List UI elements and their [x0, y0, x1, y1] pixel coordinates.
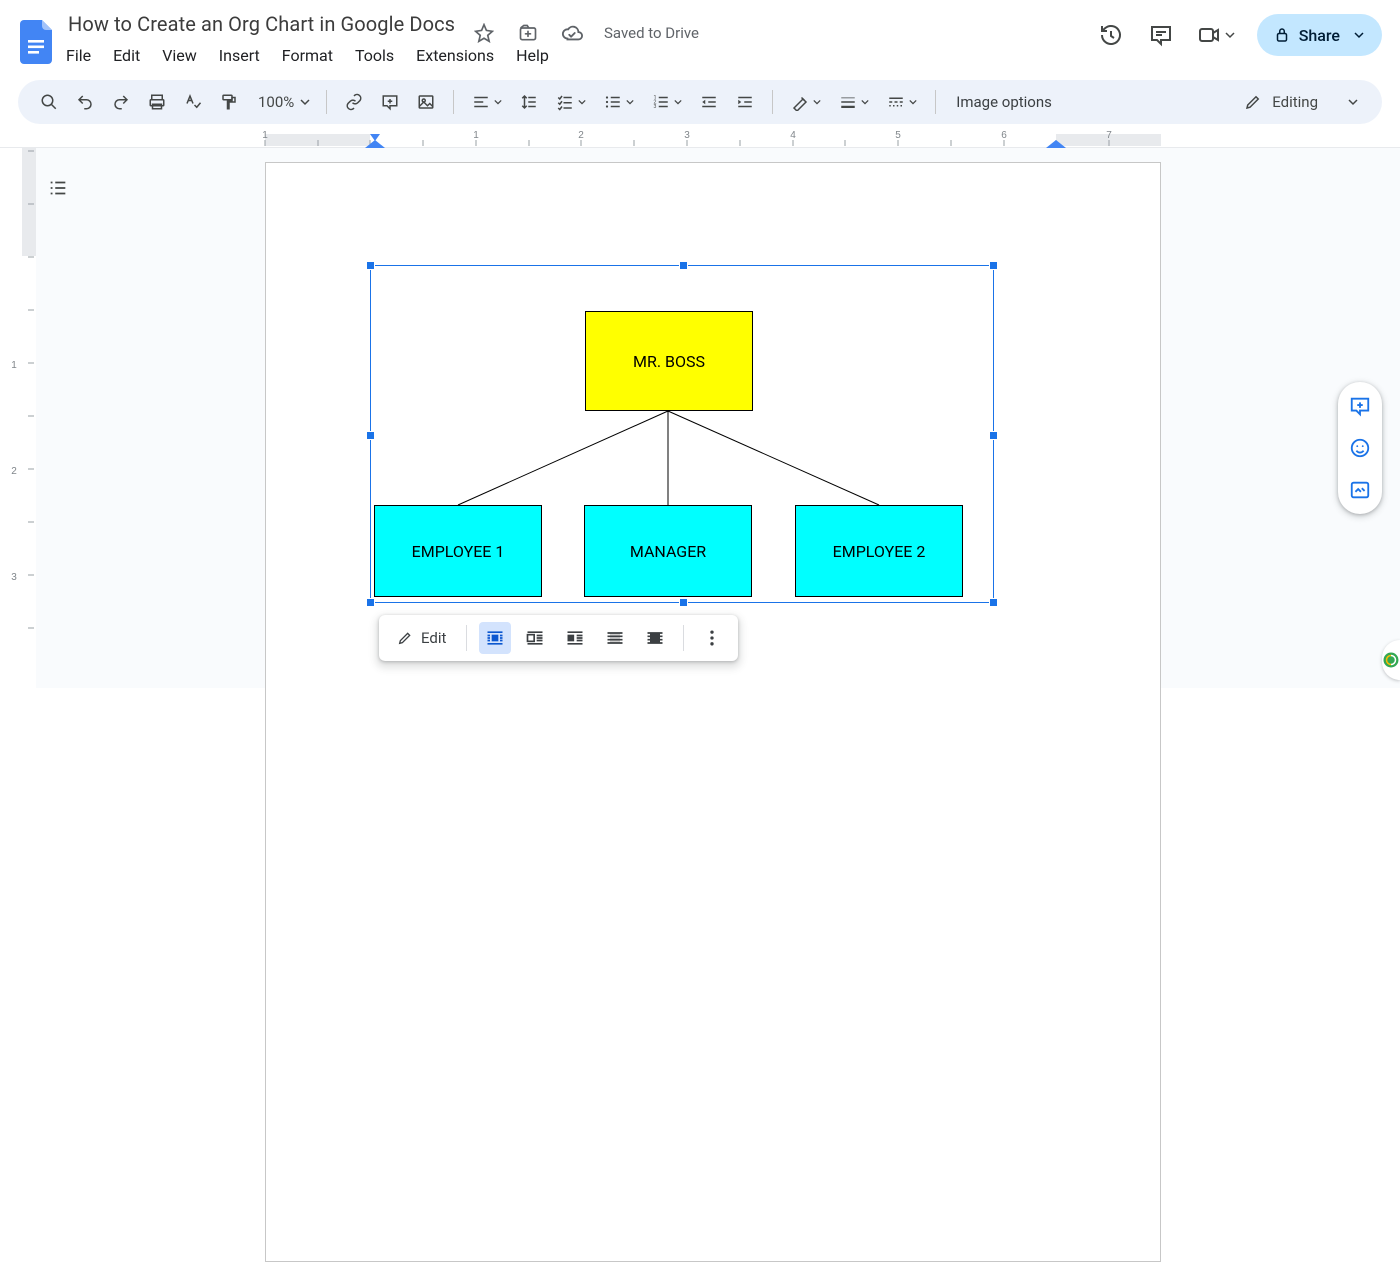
image-edit-toolbar: Edit: [379, 615, 738, 661]
undo-icon[interactable]: [70, 87, 100, 117]
svg-text:1: 1: [11, 360, 17, 371]
doc-title[interactable]: How to Create an Org Chart in Google Doc…: [68, 12, 455, 36]
suggest-rail-icon[interactable]: [1346, 476, 1374, 504]
org-chart-connectors: [266, 163, 1162, 763]
image-options-button[interactable]: Image options: [948, 87, 1060, 117]
side-comment-rail: [1338, 382, 1382, 514]
share-button[interactable]: Share: [1257, 14, 1382, 56]
decrease-indent-icon[interactable]: [694, 87, 724, 117]
border-weight-dropdown[interactable]: [833, 87, 875, 117]
border-color-dropdown[interactable]: [785, 87, 827, 117]
horizontal-ruler[interactable]: 1 1 2 3 4 5 6 7: [0, 126, 1400, 148]
edit-label: Edit: [421, 629, 446, 647]
edit-drawing-button[interactable]: Edit: [389, 621, 454, 655]
cloud-icon[interactable]: [558, 19, 586, 47]
separator: [466, 625, 467, 651]
zoom-value: 100%: [258, 93, 294, 111]
explore-fab[interactable]: [1382, 640, 1400, 680]
org-node-boss[interactable]: MR. BOSS: [585, 311, 753, 411]
zoom-select[interactable]: 100%: [250, 87, 314, 117]
menu-tools[interactable]: Tools: [355, 46, 394, 65]
menu-file[interactable]: File: [66, 46, 91, 65]
vertical-ruler[interactable]: 1 2 3: [0, 148, 36, 688]
workspace: 1 1 2 3 4 5 6 7: [0, 126, 1400, 688]
document-outline-icon[interactable]: [42, 172, 74, 204]
menu-view[interactable]: View: [162, 46, 197, 65]
checklist-dropdown[interactable]: [550, 87, 592, 117]
employee1-label: EMPLOYEE 1: [412, 542, 505, 561]
meet-button[interactable]: [1197, 23, 1235, 47]
behind-text-icon[interactable]: [599, 622, 631, 654]
separator: [683, 625, 684, 651]
save-status-label[interactable]: Saved to Drive: [604, 24, 699, 42]
break-text-icon[interactable]: [559, 622, 591, 654]
add-comment-icon[interactable]: [375, 87, 405, 117]
separator: [772, 90, 773, 114]
insert-link-icon[interactable]: [339, 87, 369, 117]
svg-text:2: 2: [11, 466, 17, 477]
redo-icon[interactable]: [106, 87, 136, 117]
increase-indent-icon[interactable]: [730, 87, 760, 117]
editing-label: Editing: [1272, 93, 1318, 111]
menu-edit[interactable]: Edit: [113, 46, 140, 65]
svg-text:4: 4: [790, 130, 796, 141]
org-node-employee-1[interactable]: EMPLOYEE 1: [374, 505, 542, 597]
org-node-manager[interactable]: MANAGER: [584, 505, 752, 597]
line-spacing-icon[interactable]: [514, 87, 544, 117]
align-dropdown[interactable]: [466, 87, 508, 117]
emoji-rail-icon[interactable]: [1346, 434, 1374, 462]
more-options-icon[interactable]: [696, 622, 728, 654]
svg-text:7: 7: [1106, 130, 1112, 141]
move-icon[interactable]: [514, 19, 542, 47]
svg-text:3: 3: [654, 104, 657, 110]
bulleted-list-dropdown[interactable]: [598, 87, 640, 117]
separator: [935, 90, 936, 114]
menu-insert[interactable]: Insert: [219, 46, 260, 65]
history-icon[interactable]: [1097, 21, 1125, 49]
boss-label: MR. BOSS: [633, 352, 705, 371]
paint-format-icon[interactable]: [214, 87, 244, 117]
search-menus-icon[interactable]: [34, 87, 64, 117]
share-label: Share: [1299, 26, 1340, 45]
wrap-inline-icon[interactable]: [479, 622, 511, 654]
toolbar: 100% 123: [18, 80, 1382, 124]
separator: [326, 90, 327, 114]
svg-text:5: 5: [895, 130, 901, 141]
in-front-text-icon[interactable]: [639, 622, 671, 654]
svg-text:2: 2: [578, 130, 584, 141]
menu-extensions[interactable]: Extensions: [416, 46, 494, 65]
employee2-label: EMPLOYEE 2: [833, 542, 926, 561]
docs-logo[interactable]: [18, 18, 58, 66]
print-icon[interactable]: [142, 87, 172, 117]
editing-mode-button[interactable]: Editing: [1236, 93, 1366, 111]
svg-text:3: 3: [11, 572, 17, 583]
border-dash-dropdown[interactable]: [881, 87, 923, 117]
separator: [453, 90, 454, 114]
manager-label: MANAGER: [630, 542, 706, 561]
svg-text:1: 1: [262, 130, 268, 141]
svg-text:1: 1: [473, 130, 479, 141]
add-comment-rail-icon[interactable]: [1346, 392, 1374, 420]
comments-icon[interactable]: [1147, 21, 1175, 49]
menu-help[interactable]: Help: [516, 46, 549, 65]
menu-format[interactable]: Format: [282, 46, 333, 65]
org-node-employee-2[interactable]: EMPLOYEE 2: [795, 505, 963, 597]
spellcheck-icon[interactable]: [178, 87, 208, 117]
star-icon[interactable]: [470, 19, 498, 47]
insert-image-icon[interactable]: [411, 87, 441, 117]
document-page[interactable]: MR. BOSS EMPLOYEE 1 MANAGER EMPLOYEE 2 E…: [265, 162, 1161, 1262]
numbered-list-dropdown[interactable]: 123: [646, 87, 688, 117]
wrap-text-icon[interactable]: [519, 622, 551, 654]
svg-text:6: 6: [1001, 130, 1007, 141]
svg-text:3: 3: [684, 130, 690, 141]
